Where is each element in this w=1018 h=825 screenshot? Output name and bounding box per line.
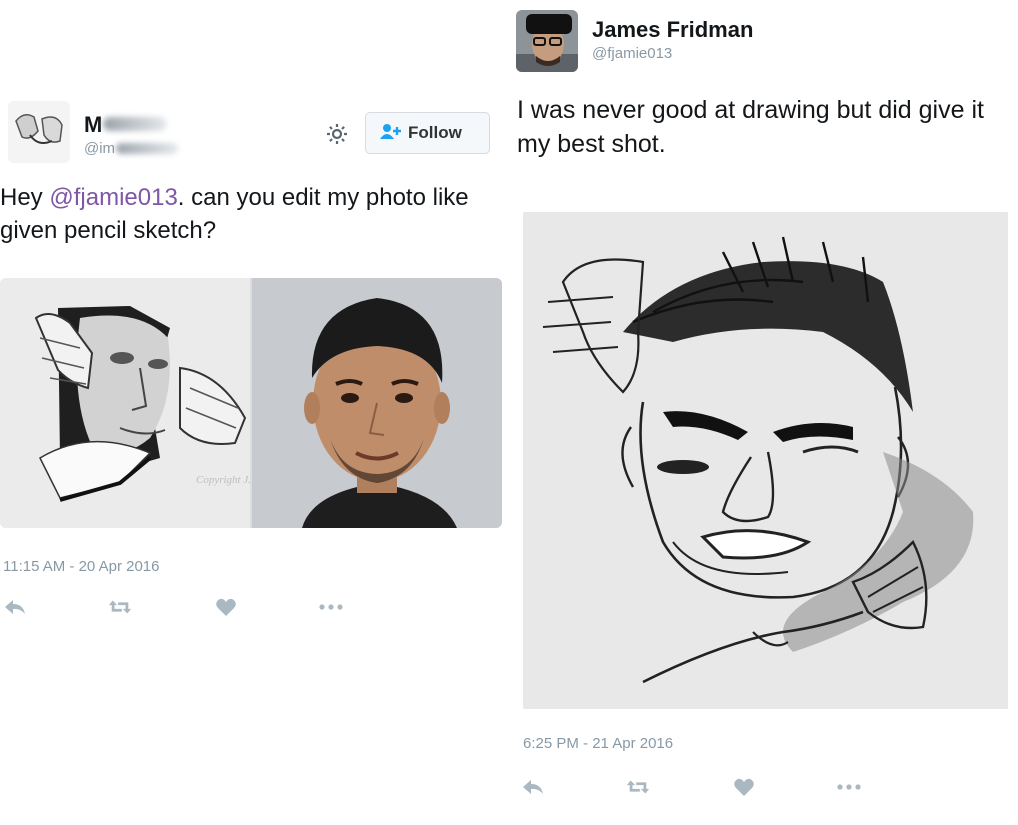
follow-label: Follow: [408, 123, 462, 142]
avatar[interactable]: [8, 101, 70, 163]
follow-person-icon: [380, 123, 402, 144]
redacted-handle-blur: [116, 143, 178, 154]
more-icon[interactable]: [319, 597, 343, 617]
tweet-media[interactable]: Copyright J.D. Hill: [0, 278, 502, 528]
avatar[interactable]: [516, 10, 578, 72]
drawing-image: [523, 212, 1008, 709]
user-name[interactable]: James Fridman: [592, 17, 753, 43]
reply-icon[interactable]: [521, 777, 544, 797]
tweet-right: James Fridman @fjamie013 I was never goo…: [512, 0, 1018, 825]
user-name[interactable]: M: [84, 112, 102, 138]
tweet-text: Hey @fjamie013. can you edit my photo li…: [0, 181, 510, 247]
reply-icon[interactable]: [3, 597, 26, 617]
user-name-visible: M: [84, 112, 103, 137]
mention-link[interactable]: @fjamie013: [49, 184, 177, 211]
timestamp[interactable]: 6:25 PM - 21 Apr 2016: [523, 735, 673, 752]
user-handle[interactable]: @im: [84, 140, 115, 157]
tweet-text: I was never good at drawing but did give…: [517, 96, 984, 158]
media-watermark: Copyright J.D. Hill: [196, 474, 250, 486]
pencil-sketch-image: Copyright J.D. Hill: [0, 278, 250, 528]
timestamp[interactable]: 11:15 AM - 20 Apr 2016: [3, 558, 160, 575]
retweet-icon[interactable]: [108, 597, 132, 617]
portrait-photo: [252, 278, 502, 528]
avatar-image: [516, 10, 578, 72]
avatar-image: [8, 101, 70, 163]
tweet-media[interactable]: [523, 212, 1008, 709]
tweet-text-start: Hey: [0, 184, 50, 211]
follow-button[interactable]: Follow: [365, 112, 490, 154]
like-icon[interactable]: [214, 597, 237, 617]
tweet-left: M @im Follow Hey @fjamie013. can you edi…: [0, 95, 510, 825]
tweet-actions: [521, 777, 861, 797]
redacted-name-blur: [103, 117, 167, 131]
more-icon[interactable]: [837, 777, 861, 797]
user-handle-visible: @im: [84, 140, 116, 157]
gear-icon[interactable]: [325, 122, 349, 146]
retweet-icon[interactable]: [626, 777, 650, 797]
tweet-actions: [3, 597, 343, 617]
user-handle[interactable]: @fjamie013: [592, 45, 672, 62]
like-icon[interactable]: [732, 777, 755, 797]
